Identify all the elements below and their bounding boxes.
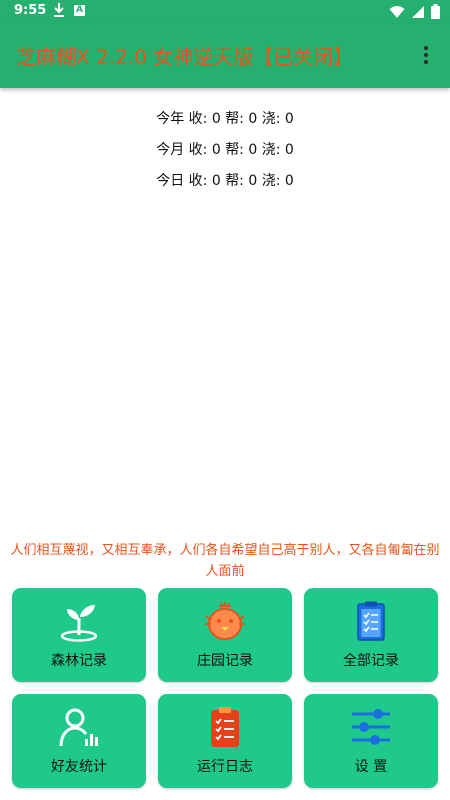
more-options-button[interactable] — [416, 44, 436, 68]
stat-help: 帮: 0 — [225, 173, 258, 189]
status-bar: 9:55 A — [0, 0, 450, 24]
run-log-button[interactable]: 运行日志 — [158, 694, 292, 788]
app-title: 芝麻糊X 2.2.0 女神逆天版【已关闭】 — [16, 45, 354, 69]
tile-label: 好友统计 — [51, 759, 107, 775]
sprout-icon — [60, 605, 98, 642]
stat-water: 浇: 0 — [261, 142, 294, 158]
farm-records-button[interactable]: 庄园记录 — [158, 588, 292, 682]
status-time: 9:55 — [14, 3, 47, 18]
tile-label: 全部记录 — [343, 653, 399, 669]
sliders-icon — [352, 709, 390, 745]
tile-label: 庄园记录 — [197, 653, 253, 669]
stat-help: 帮: 0 — [225, 111, 258, 127]
wifi-icon — [389, 5, 405, 18]
stat-water: 浇: 0 — [261, 111, 294, 127]
stats-panel: 今年 收: 0 帮: 0 浇: 0 今月 收: 0 帮: 0 浇: 0 今日 收… — [0, 106, 450, 199]
stat-row-month: 今月 收: 0 帮: 0 浇: 0 — [0, 137, 450, 168]
tile-label: 设 置 — [354, 759, 388, 775]
stat-water: 浇: 0 — [261, 173, 294, 189]
stat-row-year: 今年 收: 0 帮: 0 浇: 0 — [0, 106, 450, 137]
battery-icon — [431, 4, 440, 19]
stat-period-label: 今月 — [156, 142, 185, 158]
stat-period-label: 今年 — [156, 111, 185, 127]
stat-harvest: 收: 0 — [188, 173, 221, 189]
user-stats-icon — [59, 708, 98, 747]
cell-signal-icon — [412, 5, 424, 18]
app-bar: 芝麻糊X 2.2.0 女神逆天版【已关闭】 — [0, 24, 450, 88]
forest-records-button[interactable]: 森林记录 — [12, 588, 146, 682]
settings-button[interactable]: 设 置 — [304, 694, 438, 788]
download-icon — [52, 2, 66, 22]
log-clipboard-icon — [211, 707, 239, 747]
stat-harvest: 收: 0 — [188, 111, 221, 127]
friend-stats-button[interactable]: 好友统计 — [12, 694, 146, 788]
tile-label: 运行日志 — [197, 759, 253, 775]
all-records-button[interactable]: 全部记录 — [304, 588, 438, 682]
more-dot-icon — [424, 46, 428, 50]
stat-harvest: 收: 0 — [188, 142, 221, 158]
a-notification-icon: A — [74, 5, 85, 16]
clipboard-icon — [357, 601, 385, 641]
tile-label: 森林记录 — [51, 653, 107, 669]
quote-text: 人们相互蔑视，又相互奉承，人们各自希望自己高于别人，又各自匍匐在别人面前 — [10, 543, 440, 579]
stat-row-day: 今日 收: 0 帮: 0 浇: 0 — [0, 168, 450, 199]
stat-help: 帮: 0 — [225, 142, 258, 158]
chicken-icon — [205, 601, 245, 640]
more-dot-icon — [424, 53, 428, 57]
stat-period-label: 今日 — [156, 173, 185, 189]
status-icons — [389, 4, 440, 19]
more-dot-icon — [424, 60, 428, 64]
